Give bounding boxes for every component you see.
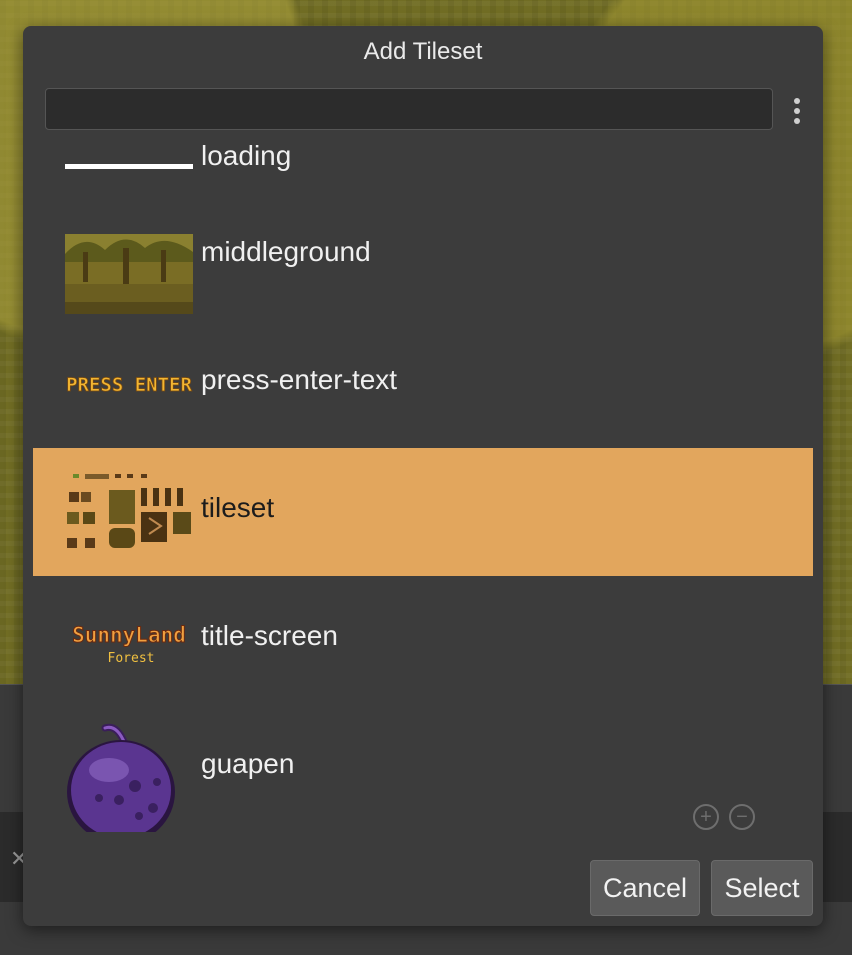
- tile-pieces-thumbnail: [67, 474, 191, 548]
- svg-text:Forest: Forest: [108, 651, 155, 666]
- more-vertical-icon[interactable]: [785, 94, 809, 128]
- svg-text:PRESS ENTER: PRESS ENTER: [66, 374, 192, 396]
- sunnyland-logo-thumbnail: SunnyLand Forest: [72, 623, 187, 667]
- list-item-label: title-screen: [201, 620, 338, 651]
- select-button[interactable]: Select: [711, 860, 813, 916]
- list-item-label: guapen: [201, 748, 295, 779]
- purple-fruit-thumbnail: [67, 723, 175, 832]
- press-enter-thumbnail: PRESS ENTER: [66, 374, 193, 397]
- list-item[interactable]: loading: [33, 144, 813, 192]
- loading-bar-thumbnail: [65, 164, 193, 169]
- list-item-label: press-enter-text: [201, 364, 398, 395]
- cancel-button[interactable]: Cancel: [590, 860, 700, 916]
- list-item-label: middleground: [201, 236, 371, 267]
- dialog-title: Add Tileset: [363, 38, 483, 65]
- add-tileset-dialog: Add Tileset loading middleground PRESS E…: [23, 26, 823, 926]
- list-item-label: tileset: [201, 492, 275, 523]
- list-item[interactable]: middleground: [33, 192, 813, 320]
- svg-text:SunnyLand: SunnyLand: [72, 623, 186, 647]
- list-item[interactable]: PRESS ENTER press-enter-text: [33, 320, 813, 448]
- zoom-in-icon[interactable]: +: [693, 804, 719, 830]
- forest-trees-thumbnail: [65, 234, 193, 314]
- list-item-label: loading: [201, 144, 292, 171]
- zoom-controls: + −: [693, 804, 755, 830]
- list-item-selected[interactable]: tileset: [33, 448, 813, 576]
- tileset-list: loading middleground PRESS ENTER press-e…: [33, 144, 813, 864]
- list-item[interactable]: SunnyLand Forest title-screen: [33, 576, 813, 704]
- search-input[interactable]: [45, 88, 773, 130]
- zoom-out-icon[interactable]: −: [729, 804, 755, 830]
